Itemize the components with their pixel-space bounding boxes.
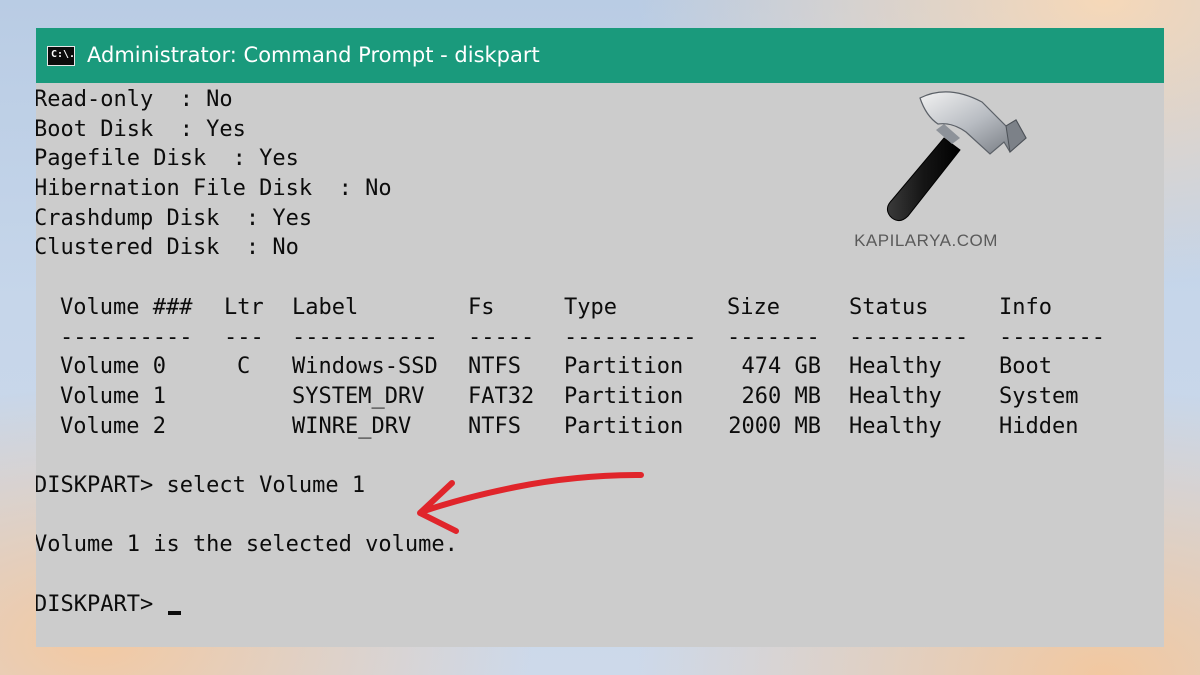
column-header-drive-letter: Ltr: [224, 294, 264, 320]
hammer-icon: [886, 91, 1027, 222]
volume-table: Volume ### Ltr Label Fs Type Size Status Info --…: [36, 293, 1144, 441]
cell-volume-size: 260 MB: [741, 383, 821, 409]
red-arrow-annotation: [417, 472, 644, 534]
table-row: Volume 2 WINRE_DRV NTFS Partition 2000 MB Hea…: [36, 412, 1144, 442]
column-separator: ---: [224, 324, 264, 350]
window-title: Administrator: Command Prompt - diskpart: [87, 43, 540, 67]
command-prompt-icon[interactable]: C:\.: [47, 46, 75, 66]
column-header-volume-type: Type: [564, 294, 617, 320]
cell-volume-label: Windows-SSD: [292, 354, 438, 380]
cell-volume-status: Healthy: [849, 383, 942, 409]
cell-volume-info: Boot: [999, 354, 1052, 380]
cell-volume-label: WINRE_DRV: [292, 413, 412, 439]
cell-volume-size: 2000 MB: [728, 413, 821, 439]
cell-volume-status: Healthy: [849, 413, 942, 439]
column-separator: ----------: [564, 324, 697, 350]
column-separator: --------: [999, 324, 1105, 350]
cell-volume-type: Partition: [564, 383, 684, 409]
cell-volume-number: Volume 1: [60, 383, 166, 409]
column-header-volume-number: Volume ###: [60, 294, 193, 320]
table-row: Volume 1 SYSTEM_DRV FAT32 Partition 260 MB He…: [36, 382, 1144, 412]
column-header-volume-status: Status: [849, 294, 929, 320]
cell-volume-info: Hidden: [999, 413, 1079, 439]
column-separator: -----------: [292, 324, 438, 350]
column-separator: ---------: [849, 324, 969, 350]
cell-volume-info: System: [999, 383, 1079, 409]
prompt-line[interactable]: DISKPART>: [36, 590, 1144, 620]
column-separator: ----------: [60, 324, 193, 350]
cell-volume-status: Healthy: [849, 354, 942, 380]
table-separator-row: ---------- --- ----------- ----- ---------- -…: [36, 323, 1144, 353]
cell-filesystem: NTFS: [468, 413, 521, 439]
cell-filesystem: NTFS: [468, 354, 521, 380]
watermark-text: KAPILARYA.COM: [854, 231, 998, 250]
column-separator: -------: [727, 324, 820, 350]
column-header-volume-label: Label: [292, 294, 359, 320]
command-prompt-icon-label: C:\.: [51, 49, 76, 60]
cell-drive-letter: C: [237, 354, 251, 380]
text-cursor: [168, 610, 182, 615]
cell-volume-label: SYSTEM_DRV: [292, 383, 425, 409]
column-header-filesystem: Fs: [468, 294, 495, 320]
cell-volume-size: 474 GB: [741, 354, 821, 380]
table-row: Volume 0 C Windows-SSD NTFS Partition 474 GB H…: [36, 352, 1144, 382]
cell-volume-number: Volume 0: [60, 354, 166, 380]
window-titlebar[interactable]: C:\. Administrator: Command Prompt - dis…: [36, 28, 1164, 83]
cell-volume-type: Partition: [564, 413, 684, 439]
cell-filesystem: FAT32: [468, 383, 535, 409]
cell-volume-number: Volume 2: [60, 413, 166, 439]
column-header-volume-size: Size: [727, 294, 780, 320]
cell-volume-type: Partition: [564, 354, 684, 380]
command-prompt-window: C:\. Administrator: Command Prompt - dis…: [36, 28, 1164, 647]
prompt-text: DISKPART>: [36, 591, 167, 617]
column-header-volume-info: Info: [999, 294, 1052, 320]
column-separator: -----: [468, 324, 535, 350]
table-header-row: Volume ### Ltr Label Fs Type Size Status Info: [36, 293, 1144, 323]
